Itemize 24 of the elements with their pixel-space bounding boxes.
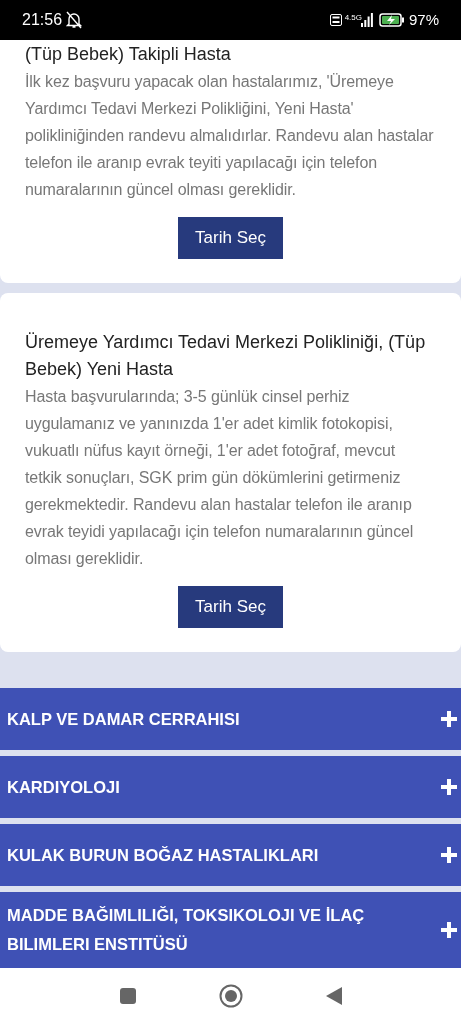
department-name: KARDIYOLOJI — [7, 776, 120, 798]
department-name: KULAK BURUN BOĞAZ HASTALIKLARI — [7, 844, 319, 866]
network-type: 4.5G — [344, 12, 362, 24]
card-title: (Tüp Bebek) Takipli Hasta — [25, 43, 232, 66]
card-description: Hasta başvurularında; 3-5 günlük cinsel perhiz uygulamanız ve yanınızda 1'er adet kimlik fotokopisi, vukuatlı nüfus kayıt örneği, 1'er adet fotoğraf, mevcut tetkik sonuçları, SGK prim gün dökümlerini getirmeniz gerekmektedir. Randevu alan hastalar telefon ile aranıp evrak teyidi yapılacağı için telefon numaralarının güncel olması gereklidir. — [25, 387, 415, 569]
department-accordion[interactable]: KULAK BURUN BOĞAZ HASTALIKLARI — [0, 824, 461, 886]
department-name: KALP VE DAMAR CERRAHISI — [7, 708, 240, 730]
department-accordion[interactable]: MADDE BAĞIMLILIĞI, TOKSIKOLOJI VE İLAÇ BILIMLERI ENSTITÜSÜ — [0, 892, 461, 968]
select-date-button[interactable]: Tarih Seç — [178, 586, 283, 628]
back-icon[interactable] — [324, 986, 343, 1006]
signal-icon — [360, 13, 373, 27]
department-accordion[interactable]: KARDIYOLOJI — [0, 756, 461, 818]
select-date-button[interactable]: Tarih Seç — [178, 217, 283, 259]
department-name: MADDE BAĞIMLILIĞI, TOKSIKOLOJI VE İLAÇ BILIMLERI ENSTITÜSÜ — [7, 905, 366, 955]
card-description: İlk kez başvuru yapacak olan hastalarımız, 'Üremeye Yardımcı Tedavi Merkezi Polikliğini, Yeni Hasta' polikliniğinden randevu almalıdırlar. Randevu alan hastalar telefon ile aranıp evrak teyiti yapılacağı için telefon numaralarının güncel olması gereklidir. — [25, 72, 435, 200]
battery-percent: 97% — [408, 9, 439, 30]
muted-bell-icon — [66, 11, 83, 29]
volte-icon — [329, 14, 342, 26]
battery-charging-icon — [378, 13, 405, 27]
department-accordion[interactable]: KALP VE DAMAR CERRAHISI — [0, 688, 461, 750]
home-icon[interactable] — [218, 984, 243, 1008]
card-title: Üremeye Yardımcı Tedavi Merkezi Polikliniği, (Tüp Bebek) Yeni Hasta — [25, 331, 427, 381]
clock: 21:56 — [22, 10, 63, 30]
recents-icon[interactable] — [118, 987, 137, 1005]
